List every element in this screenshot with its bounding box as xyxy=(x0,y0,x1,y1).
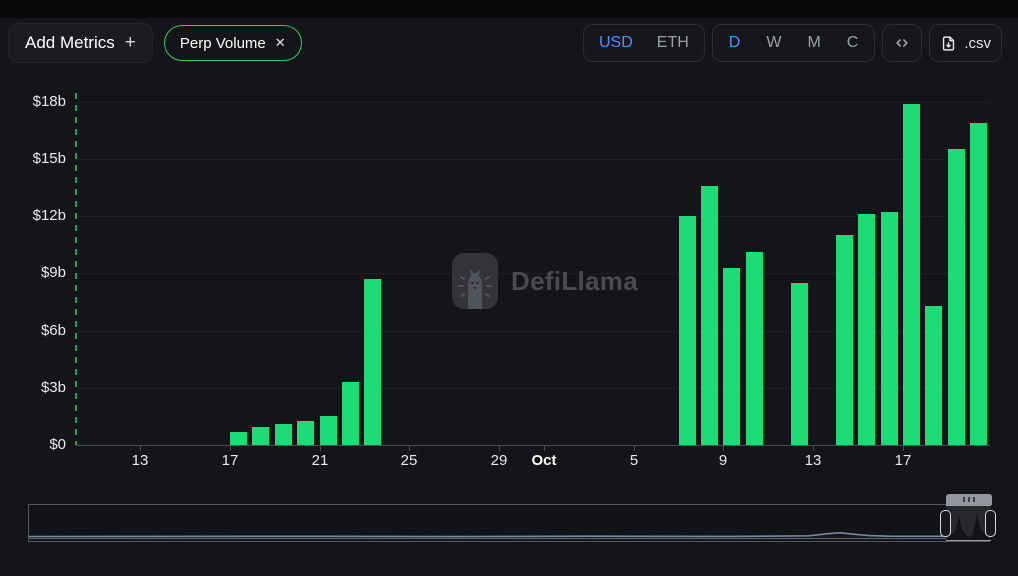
x-tick-label: 9 xyxy=(693,452,753,469)
bar-oct-10[interactable] xyxy=(746,252,763,445)
y-axis-line xyxy=(75,93,77,445)
bar-oct-17[interactable] xyxy=(903,104,920,445)
bar-sep-19[interactable] xyxy=(275,424,292,445)
bar-oct-14[interactable] xyxy=(836,235,853,445)
x-tick xyxy=(499,446,500,451)
x-tick-label: 25 xyxy=(379,452,439,469)
x-axis-line xyxy=(76,445,990,446)
bar-oct-16[interactable] xyxy=(881,212,898,445)
bar-sep-21[interactable] xyxy=(320,416,337,445)
bar-sep-23[interactable] xyxy=(364,279,381,445)
x-tick-label: 17 xyxy=(200,452,260,469)
minimap-zoom-track[interactable] xyxy=(28,504,990,542)
y-tick-label: $15b xyxy=(8,150,66,167)
brush-grip-icon xyxy=(963,497,965,502)
x-tick xyxy=(320,446,321,451)
defillama-watermark-text: DefiLlama xyxy=(511,266,638,297)
bar-oct-12[interactable] xyxy=(791,283,808,445)
x-tick-label: 13 xyxy=(110,452,170,469)
bar-oct-8[interactable] xyxy=(701,186,718,445)
x-tick-label: 5 xyxy=(604,452,664,469)
defillama-watermark: DefiLlama xyxy=(452,253,638,309)
x-tick xyxy=(903,446,904,451)
x-tick xyxy=(634,446,635,451)
bar-oct-15[interactable] xyxy=(858,214,875,445)
x-tick xyxy=(544,446,545,451)
defillama-logo-icon xyxy=(452,253,498,309)
x-tick-label: Oct xyxy=(514,452,574,469)
brush-handle-left[interactable] xyxy=(940,510,951,537)
x-tick xyxy=(140,446,141,451)
y-tick-label: $9b xyxy=(8,264,66,281)
bar-oct-7[interactable] xyxy=(679,216,696,445)
bar-sep-17[interactable] xyxy=(230,432,247,445)
x-tick xyxy=(813,446,814,451)
y-tick-label: $6b xyxy=(8,322,66,339)
y-tick-label: $12b xyxy=(8,207,66,224)
x-tick xyxy=(230,446,231,451)
bar-sep-18[interactable] xyxy=(252,427,269,445)
x-tick-label: 17 xyxy=(873,452,933,469)
brush-handle-right[interactable] xyxy=(985,510,996,537)
x-tick xyxy=(723,446,724,451)
minimap-sparkline xyxy=(29,505,989,541)
bar-oct-18[interactable] xyxy=(925,306,942,445)
y-tick-label: $3b xyxy=(8,379,66,396)
x-tick xyxy=(409,446,410,451)
bar-sep-20[interactable] xyxy=(297,421,314,445)
bar-oct-19[interactable] xyxy=(948,149,965,445)
bar-sep-22[interactable] xyxy=(342,382,359,445)
brush-move-handle[interactable] xyxy=(946,494,992,505)
x-tick-label: 21 xyxy=(290,452,350,469)
x-tick-label: 13 xyxy=(783,452,843,469)
bar-oct-20[interactable] xyxy=(970,123,987,445)
gridline xyxy=(76,159,990,160)
perp-volume-chart-page: Add Metrics + Perp Volume ✕ USD ETH D W … xyxy=(0,0,1018,576)
bar-oct-9[interactable] xyxy=(723,268,740,445)
gridline xyxy=(76,102,990,103)
gridline xyxy=(76,216,990,217)
y-tick-label: $0 xyxy=(8,436,66,453)
y-tick-label: $18b xyxy=(8,93,66,110)
